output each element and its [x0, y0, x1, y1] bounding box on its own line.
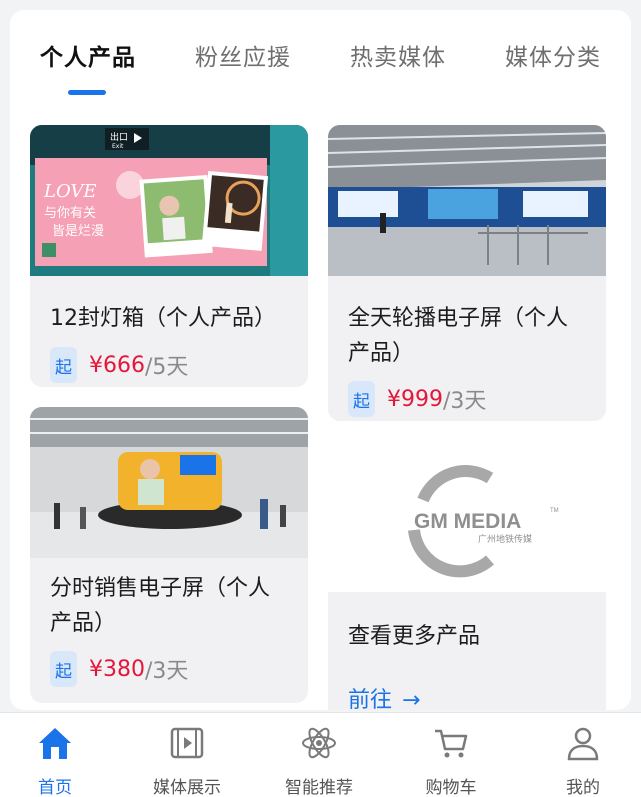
bottom-nav: 首页 媒体展示 智能推荐 购物车 我的: [0, 712, 641, 797]
price-row: 起 ¥380 /3天: [50, 651, 188, 687]
logo-subtitle: 广州地铁传媒: [478, 533, 532, 545]
tab-fan-support[interactable]: 粉丝应援: [195, 38, 291, 72]
atom-icon: [302, 727, 336, 759]
exit-sign-sub: Exit: [112, 143, 124, 150]
product-card-light-box[interactable]: 出口 Exit LOVE 与你有关 皆是烂漫 12封灯箱（个人产品） 起 ¥66…: [30, 125, 308, 387]
nav-profile[interactable]: 我的: [528, 721, 638, 797]
logo-wordmark: GM MEDIA: [414, 510, 521, 533]
product-title: 12封灯箱（个人产品）: [50, 306, 276, 331]
price-unit: /3天: [443, 389, 487, 414]
nav-smart-recommend[interactable]: 智能推荐: [264, 721, 374, 797]
price-unit: /5天: [145, 355, 189, 380]
more-products-card[interactable]: 查看更多产品 前往 →: [328, 592, 606, 710]
nav-home[interactable]: 首页: [0, 721, 110, 797]
go-link[interactable]: 前往 →: [348, 682, 420, 710]
product-card-full-day-screen[interactable]: 全天轮播电子屏（个人产品） 起 ¥999 /3天: [328, 125, 606, 421]
price: ¥666: [89, 352, 145, 378]
go-link-label: 前往: [348, 688, 393, 710]
arrow-right-icon: →: [402, 688, 421, 710]
product-image-timeshare-screen: [30, 407, 308, 558]
product-card-timeshare-screen[interactable]: 分时销售电子屏（个人产品） 起 ¥380 /3天: [30, 407, 308, 703]
gm-media-logo: GM MEDIA TM 广州地铁传媒: [328, 430, 606, 600]
nav-profile-label: 我的: [566, 778, 600, 797]
cart-icon: [435, 729, 468, 758]
content-panel: 个人产品 粉丝应援 热卖媒体 媒体分类 出口 Exit LOVE 与你有关 皆是…: [10, 10, 631, 710]
ad-headline: LOVE: [43, 181, 97, 202]
nav-smart-recommend-label: 智能推荐: [285, 778, 353, 797]
from-badge: 起: [348, 381, 375, 417]
ad-line-2: 皆是烂漫: [52, 224, 104, 239]
film-icon: [170, 727, 204, 759]
nav-home-label: 首页: [38, 778, 72, 797]
user-icon: [567, 727, 599, 761]
product-image-full-day-screen: [328, 125, 606, 276]
active-tab-indicator: [68, 90, 106, 95]
product-image-light-box: 出口 Exit LOVE 与你有关 皆是烂漫: [30, 125, 308, 276]
nav-media-showcase[interactable]: 媒体展示: [132, 721, 242, 797]
tab-hot-media[interactable]: 热卖媒体: [350, 38, 446, 72]
price: ¥999: [387, 386, 443, 412]
from-badge: 起: [50, 651, 77, 687]
product-title: 全天轮播电子屏（个人产品）: [348, 306, 569, 366]
tab-personal-products[interactable]: 个人产品: [40, 38, 136, 72]
from-badge: 起: [50, 347, 77, 383]
exit-sign-text: 出口: [110, 131, 128, 143]
price-unit: /3天: [145, 659, 189, 684]
price: ¥380: [89, 656, 145, 682]
more-products-title: 查看更多产品: [348, 624, 481, 649]
tab-media-categories[interactable]: 媒体分类: [505, 38, 601, 72]
nav-media-showcase-label: 媒体展示: [153, 778, 221, 797]
home-icon: [39, 728, 71, 759]
category-tabs: 个人产品 粉丝应援 热卖媒体 媒体分类: [10, 10, 631, 110]
price-row: 起 ¥666 /5天: [50, 347, 188, 383]
logo-tm: TM: [550, 508, 559, 514]
product-title: 分时销售电子屏（个人产品）: [50, 576, 271, 636]
price-row: 起 ¥999 /3天: [348, 381, 486, 417]
nav-cart-label: 购物车: [425, 778, 477, 797]
ad-line-1: 与你有关: [44, 206, 96, 221]
nav-cart[interactable]: 购物车: [396, 721, 506, 797]
